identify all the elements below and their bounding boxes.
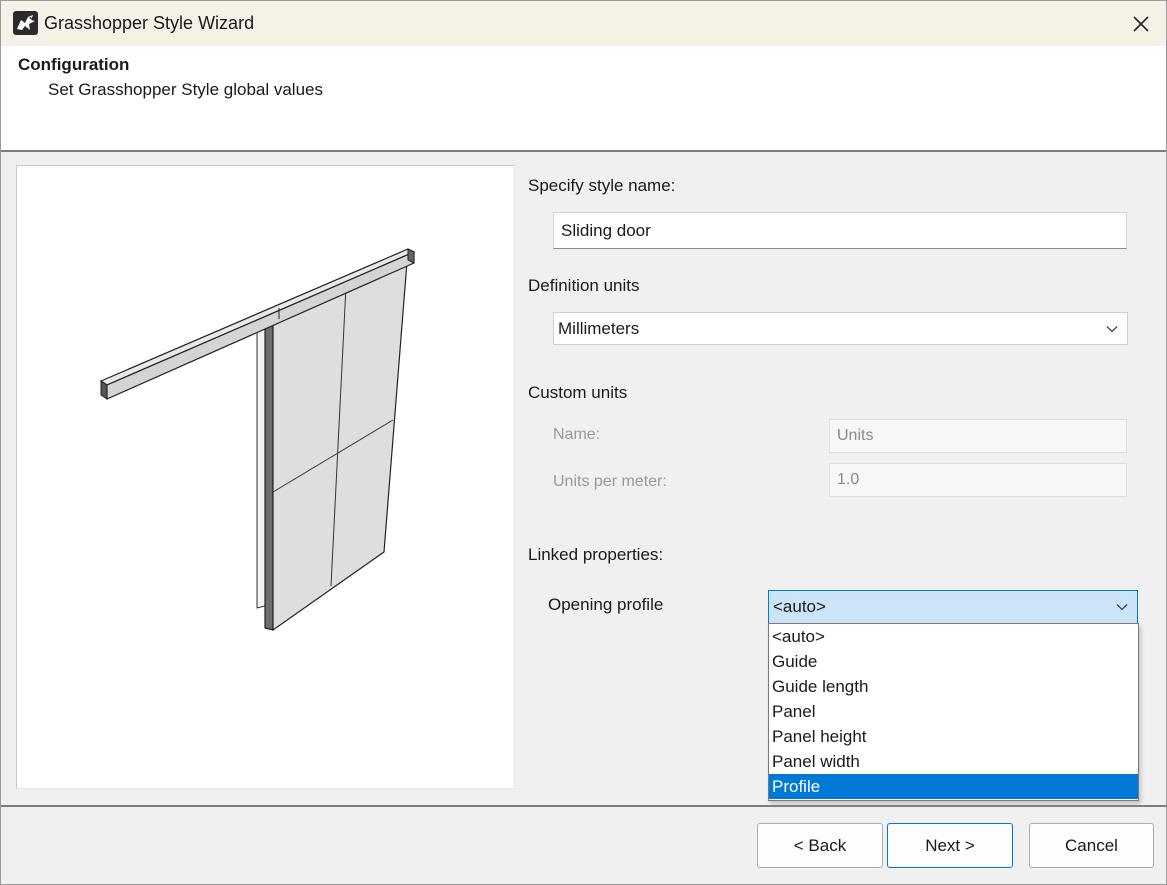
window-title: Grasshopper Style Wizard (44, 13, 255, 33)
opening-profile-dropdown: <auto> Guide Guide length Panel Panel he… (768, 623, 1139, 801)
chevron-down-icon (1106, 325, 1118, 332)
page-title: Configuration (18, 55, 130, 74)
dropdown-option-auto[interactable]: <auto> (769, 624, 1138, 649)
custom-name-input[interactable]: Units (829, 419, 1127, 453)
definition-units-value: Millimeters (558, 318, 640, 338)
dropdown-option-profile[interactable]: Profile (769, 774, 1138, 799)
dropdown-option-panel-height[interactable]: Panel height (769, 724, 1138, 749)
linked-properties-label: Linked properties: (528, 545, 664, 564)
definition-units-select[interactable]: Millimeters (553, 312, 1128, 345)
style-preview (16, 165, 515, 789)
style-name-label: Specify style name: (528, 176, 676, 195)
chevron-down-icon (1116, 604, 1128, 611)
units-per-meter-input[interactable]: 1.0 (829, 463, 1127, 497)
units-per-meter-label: Units per meter: (553, 473, 667, 490)
dropdown-option-panel-width[interactable]: Panel width (769, 749, 1138, 774)
opening-profile-value: <auto> (773, 597, 826, 616)
dropdown-option-guide[interactable]: Guide (769, 649, 1138, 674)
back-button[interactable]: < Back (757, 823, 883, 868)
cancel-button[interactable]: Cancel (1029, 823, 1154, 868)
rhino-icon (13, 11, 38, 35)
dropdown-option-guide-length[interactable]: Guide length (769, 674, 1138, 699)
header-divider (1, 150, 1166, 152)
sliding-door-preview-image (99, 248, 416, 632)
dropdown-option-panel[interactable]: Panel (769, 699, 1138, 724)
close-icon (1133, 15, 1149, 32)
next-button[interactable]: Next > (887, 823, 1013, 868)
style-name-input[interactable]: Sliding door (553, 212, 1127, 249)
title-bar: Grasshopper Style Wizard (1, 1, 1166, 46)
custom-units-label: Custom units (528, 383, 628, 402)
wizard-window: Grasshopper Style Wizard Configuration S… (0, 0, 1167, 885)
opening-profile-select[interactable]: <auto> (768, 590, 1138, 624)
custom-name-label: Name: (553, 426, 601, 443)
page-subtitle: Set Grasshopper Style global values (48, 80, 323, 99)
opening-profile-label: Opening profile (548, 595, 664, 614)
definition-units-label: Definition units (528, 276, 640, 295)
close-button[interactable] (1116, 1, 1166, 46)
wizard-header: Configuration Set Grasshopper Style glob… (1, 46, 1166, 150)
footer-divider (1, 805, 1166, 807)
